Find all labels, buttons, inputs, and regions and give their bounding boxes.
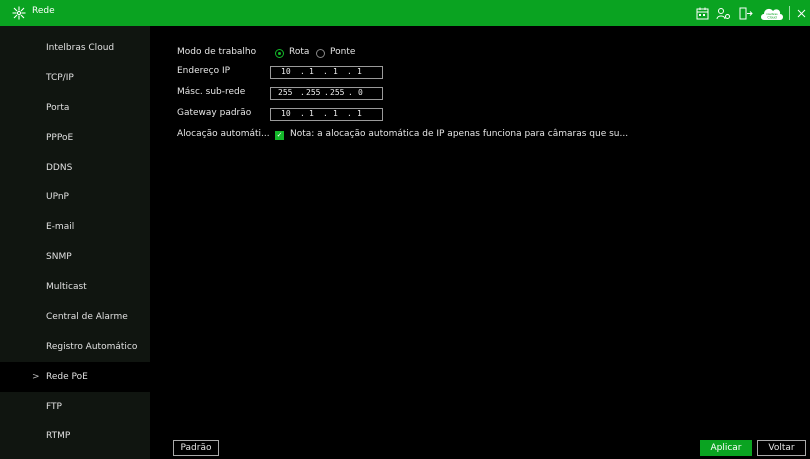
toolbar-divider [789,6,790,20]
mode-ponte-label: Ponte [330,47,356,57]
mask-octet-2: 255 [306,88,321,97]
mode-ponte-radio[interactable] [316,49,325,58]
ip-dot: . [347,67,352,76]
sidebar-item-ftp[interactable]: FTP [0,392,150,422]
ip-address-field[interactable]: 10 . 1 . 1 . 1 [270,66,383,79]
sidebar-item-label: DDNS [46,163,73,173]
mask-octet-1: 255 [278,88,293,97]
sidebar-item-label: Registro Automático [46,342,138,352]
sidebar-item-label: FTP [46,402,62,412]
sidebar-item-central-de-alarme[interactable]: Central de Alarme [0,302,150,332]
cloud-icon[interactable]: intelbras Cloud [760,5,784,21]
sidebar-item-label: PPPoE [46,133,74,143]
ip-octet-1: 10 [281,67,291,76]
sidebar-item-registro-automatico[interactable]: Registro Automático [0,332,150,362]
sidebar-item-label: E-mail [46,222,75,232]
sidebar-item-label: TCP/IP [46,73,74,83]
close-icon[interactable] [795,5,807,21]
chevron-right-icon: > [32,372,40,382]
subnet-mask-label: Másc. sub-rede [177,87,246,97]
sidebar-item-email[interactable]: E-mail [0,212,150,242]
logout-icon[interactable] [738,5,754,21]
content-panel [150,26,810,459]
sidebar-item-upnp[interactable]: UPnP [0,182,150,212]
sidebar-item-label: UPnP [46,192,69,202]
sidebar: Intelbras Cloud TCP/IP Porta PPPoE DDNS … [0,26,150,459]
sidebar-item-label: Multicast [46,282,87,292]
mask-octet-4: 0 [358,88,363,97]
default-button[interactable]: Padrão [173,440,219,456]
sidebar-item-intelbras-cloud[interactable]: Intelbras Cloud [0,33,150,63]
sidebar-item-tcp-ip[interactable]: TCP/IP [0,63,150,93]
gateway-octet-2: 1 [309,109,314,118]
gateway-dot: . [323,109,328,118]
ip-octet-2: 1 [309,67,314,76]
gateway-dot: . [300,109,305,118]
subnet-mask-field[interactable]: 255 . 255 . 255 . 0 [270,87,383,100]
sidebar-item-label: RTMP [46,431,71,441]
network-icon [12,6,26,20]
gateway-octet-1: 10 [281,109,291,118]
ip-dot: . [323,67,328,76]
back-button[interactable]: Voltar [757,440,806,456]
sidebar-item-rede-poe[interactable]: > Rede PoE [0,362,150,392]
user-settings-icon[interactable] [715,5,731,21]
ip-address-label: Endereço IP [177,66,231,76]
ip-octet-3: 1 [333,67,338,76]
sidebar-item-label: SNMP [46,252,72,262]
gateway-octet-3: 1 [333,109,338,118]
work-mode-label: Modo de trabalho [177,47,257,57]
apply-button[interactable]: Aplicar [700,440,752,456]
mask-octet-3: 255 [330,88,345,97]
sidebar-item-pppoe[interactable]: PPPoE [0,123,150,153]
sidebar-item-porta[interactable]: Porta [0,93,150,123]
cloud-badge-bottom: Cloud [767,15,776,19]
gateway-field[interactable]: 10 . 1 . 1 . 1 [270,108,383,121]
sidebar-item-label: Rede PoE [46,372,88,382]
sidebar-item-rtmp[interactable]: RTMP [0,421,150,451]
playback-icon[interactable] [695,5,709,21]
window-title: Rede [32,6,55,16]
mask-dot: . [324,88,329,97]
mode-rota-label: Rota [289,47,310,57]
auto-allocation-note: Nota: a alocação automática de IP apenas… [290,129,629,139]
ip-octet-4: 1 [357,67,362,76]
mask-dot: . [300,88,305,97]
gateway-octet-4: 1 [357,109,362,118]
sidebar-item-label: Central de Alarme [46,312,128,322]
sidebar-item-ddns[interactable]: DDNS [0,153,150,183]
title-bar: Rede intelbras Cloud [0,0,810,26]
sidebar-item-label: Porta [46,103,70,113]
sidebar-item-multicast[interactable]: Multicast [0,272,150,302]
gateway-label: Gateway padrão [177,108,252,118]
gateway-dot: . [347,109,352,118]
sidebar-item-snmp[interactable]: SNMP [0,242,150,272]
auto-allocation-checkbox[interactable]: ✓ [275,131,284,140]
mode-rota-radio[interactable] [275,49,284,58]
sidebar-item-label: Intelbras Cloud [46,43,115,53]
ip-dot: . [300,67,305,76]
auto-allocation-label: Alocação automáti... [177,129,270,139]
mask-dot: . [348,88,353,97]
